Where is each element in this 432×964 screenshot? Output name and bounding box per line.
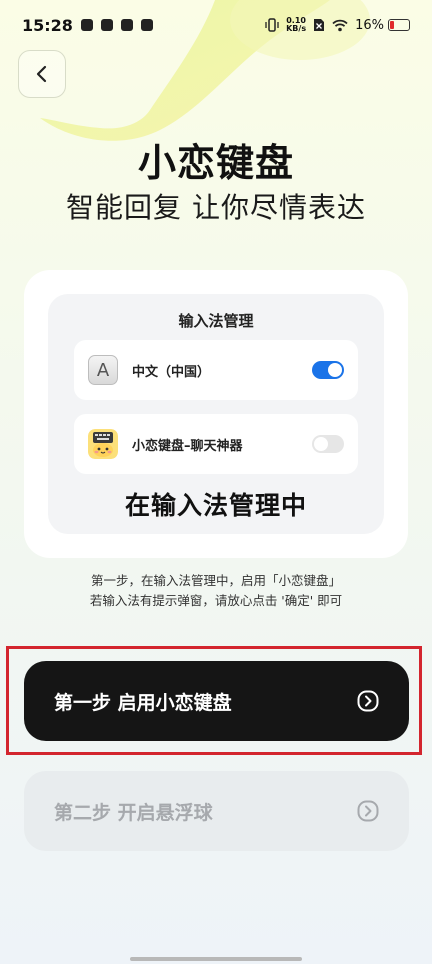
ime-item-chinese: A 中文（中国）: [74, 340, 358, 400]
chevron-left-icon: [36, 65, 47, 83]
ime-item-xiaolian: 小恋键盘–聊天神器: [74, 414, 358, 474]
home-indicator[interactable]: [130, 957, 302, 961]
no-sim-icon: [314, 19, 325, 31]
instructions-text: 第一步，在输入法管理中，启用「小恋键盘」 若输入法有提示弹窗，请放心点击 '确定…: [0, 571, 432, 611]
ime-panel-title: 输入法管理: [178, 312, 254, 330]
chevron-right-circle-icon: [357, 800, 379, 822]
ime-item-label: 小恋键盘–聊天神器: [132, 438, 243, 454]
xiaolian-keyboard-app-icon: [88, 429, 118, 459]
highlight-box: [6, 646, 422, 755]
letter-a-keyboard-icon: A: [88, 355, 118, 385]
notification-app-icon: [80, 19, 93, 31]
notification-grid-icon: [120, 19, 133, 31]
battery-icon: [388, 19, 410, 31]
wifi-icon: [332, 19, 348, 31]
instruction-line-1: 第一步，在输入法管理中，启用「小恋键盘」: [90, 573, 341, 588]
network-speed-unit: KB/s: [286, 24, 307, 33]
ime-guide-card: 输入法管理 A 中文（中国） 小恋键盘–聊天神器 在输入法管理中: [24, 270, 408, 558]
ime-item-label: 中文（中国）: [132, 364, 211, 380]
step2-label: 第二步 开启悬浮球: [54, 801, 213, 824]
vibrate-icon: [265, 18, 279, 32]
battery-percent: 16%: [355, 17, 384, 33]
step2-floating-ball-button[interactable]: 第二步 开启悬浮球: [24, 771, 409, 851]
ime-management-panel: 输入法管理 A 中文（中国） 小恋键盘–聊天神器 在输入法管理中: [48, 294, 384, 534]
notification-mail-icon: [100, 19, 113, 31]
page-subtitle: 智能回复 让你尽情表达: [66, 191, 366, 224]
instruction-line-2: 若输入法有提示弹窗，请放心点击 '确定' 即可: [89, 593, 343, 608]
battery-indicator: 16%: [355, 18, 410, 33]
network-speed: 0.10 KB/s: [286, 17, 306, 33]
status-bar: 15:28 0.10 KB/s 16%: [0, 0, 432, 50]
ime-toggle-on: [312, 361, 344, 379]
back-button[interactable]: [18, 50, 66, 98]
tiktok-icon: [140, 19, 153, 31]
page-title: 小恋键盘: [137, 141, 294, 185]
ime-panel-caption: 在输入法管理中: [124, 491, 307, 520]
status-time: 15:28: [22, 15, 73, 35]
ime-toggle-off: [312, 435, 344, 453]
